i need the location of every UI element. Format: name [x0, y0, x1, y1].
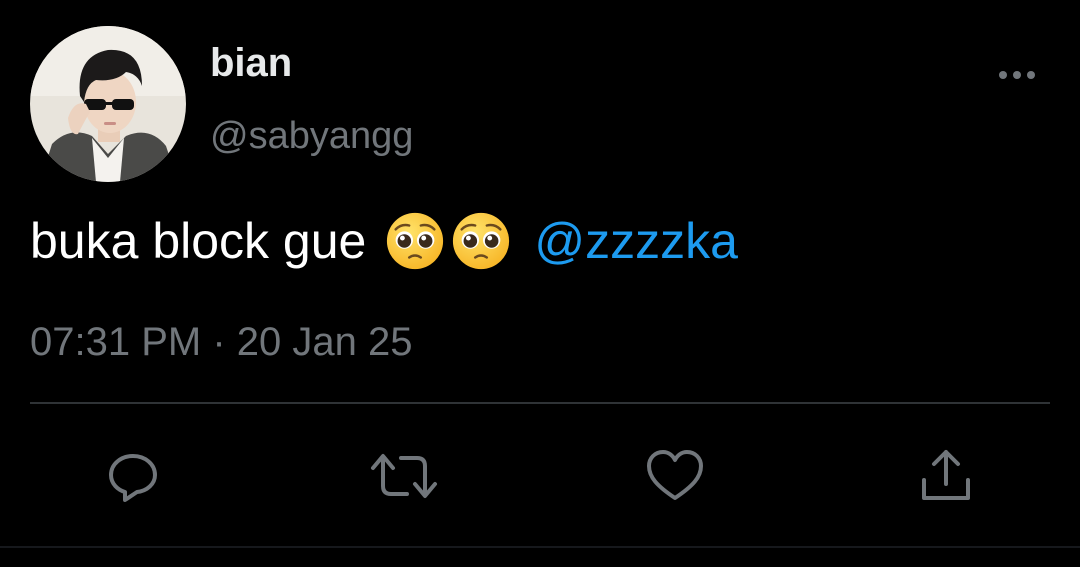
tweet-text: buka block gue @zzzzka [30, 210, 738, 272]
reply-icon [109, 454, 157, 502]
user-handle[interactable]: @sabyangg [210, 113, 413, 159]
more-options-button[interactable] [992, 60, 1042, 90]
pleading-face-emoji [387, 212, 444, 270]
tweet-card: bian @sabyangg buka block gue @zzzzka 07… [0, 0, 1080, 567]
avatar-image [30, 26, 186, 182]
divider [30, 402, 1050, 404]
reply-button[interactable] [103, 446, 163, 506]
share-icon [922, 450, 970, 500]
retweet-button[interactable] [369, 446, 437, 506]
pleading-face-emoji [453, 212, 510, 270]
heart-icon [647, 450, 703, 500]
share-button[interactable] [916, 446, 976, 506]
bottom-divider [0, 546, 1080, 548]
mention-link[interactable]: @zzzzka [534, 210, 738, 272]
tweet-timestamp[interactable]: 07:31 PM · 20 Jan 25 [30, 318, 412, 366]
display-name[interactable]: bian [210, 40, 292, 86]
more-horizontal-icon [999, 71, 1035, 79]
avatar[interactable] [30, 26, 186, 182]
tweet-body: buka block gue [30, 213, 367, 269]
retweet-icon [371, 454, 437, 498]
like-button[interactable] [645, 446, 705, 506]
